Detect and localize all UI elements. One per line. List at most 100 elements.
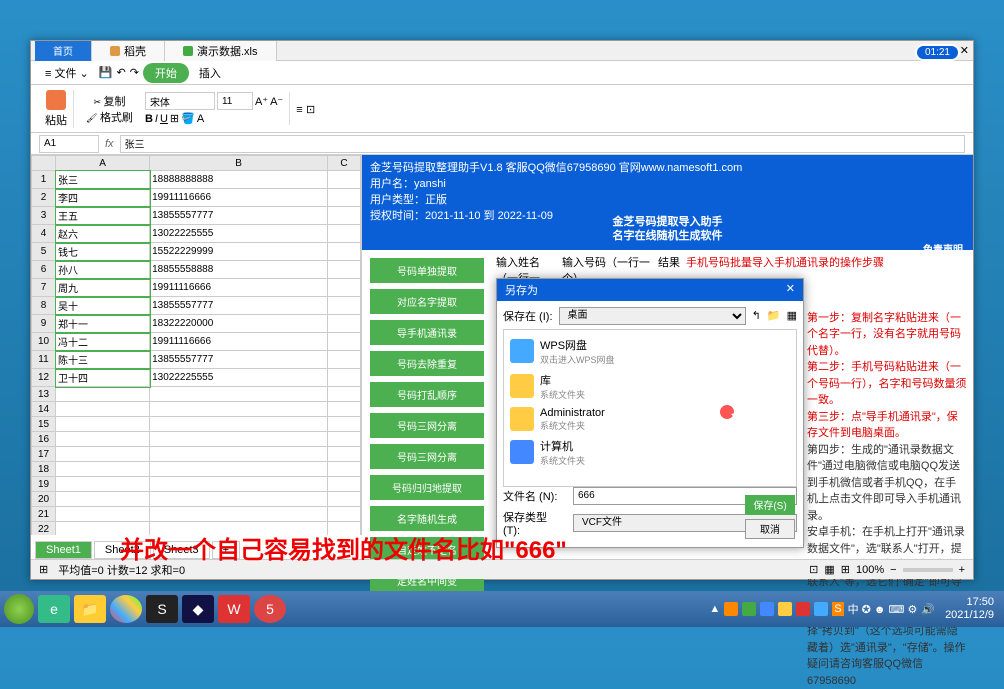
cell[interactable] (328, 315, 361, 333)
align-icon[interactable]: ≡ (296, 104, 302, 116)
new-folder-icon[interactable]: 📁 (767, 309, 781, 322)
cell[interactable] (328, 432, 361, 447)
cell[interactable]: 13855557777 (150, 297, 328, 315)
cell[interactable] (328, 207, 361, 225)
cell[interactable] (150, 507, 328, 522)
row-header[interactable]: 19 (32, 477, 56, 492)
cell[interactable]: 钱七 (56, 243, 150, 261)
copy-button[interactable]: ✂ 复制 (93, 93, 125, 109)
cancel-button[interactable]: 取消 (745, 519, 795, 539)
cell[interactable]: 13855557777 (150, 207, 328, 225)
italic-icon[interactable]: I (155, 113, 158, 125)
explorer-icon[interactable]: 📁 (74, 595, 106, 623)
browser-icon[interactable] (110, 595, 142, 623)
cell[interactable] (328, 492, 361, 507)
cell[interactable]: 19911116666 (150, 333, 328, 351)
row-header[interactable]: 5 (32, 243, 56, 261)
cell[interactable]: 15522229999 (150, 243, 328, 261)
cell[interactable] (328, 171, 361, 189)
cell[interactable] (150, 402, 328, 417)
cell[interactable]: 18888888888 (150, 171, 328, 189)
view-page-icon[interactable]: ▦ (824, 563, 834, 576)
wps-icon[interactable]: W (218, 595, 250, 623)
action-button[interactable]: 导手机通讯录 (370, 320, 484, 345)
cell[interactable] (328, 261, 361, 279)
sogou-icon[interactable]: S (146, 595, 178, 623)
view-normal-icon[interactable]: ⊡ (809, 563, 818, 576)
row-header[interactable]: 12 (32, 369, 56, 387)
decrease-font-icon[interactable]: A⁻ (270, 95, 283, 108)
row-header[interactable]: 22 (32, 522, 56, 536)
tray-icon-4[interactable] (778, 602, 792, 616)
cell[interactable] (56, 477, 150, 492)
clock[interactable]: 17:502021/12/9 (939, 596, 1000, 622)
cell[interactable] (56, 387, 150, 402)
cell[interactable]: 13022225555 (150, 369, 328, 387)
cell[interactable] (150, 447, 328, 462)
app-icon[interactable]: 5 (254, 595, 286, 623)
menu-start[interactable]: 开始 (143, 63, 189, 83)
cell[interactable]: 郑十一 (56, 315, 150, 333)
cell[interactable]: 吴十 (56, 297, 150, 315)
row-header[interactable]: 15 (32, 417, 56, 432)
cell[interactable]: 19911116666 (150, 189, 328, 207)
merge-icon[interactable]: ⊡ (306, 104, 315, 116)
action-button[interactable]: 号码归归地提取 (370, 475, 484, 500)
location-item[interactable]: WPS网盘双击进入WPS网盘 (508, 334, 792, 369)
row-header[interactable]: 2 (32, 189, 56, 207)
paste-icon[interactable] (46, 90, 66, 110)
cell[interactable] (150, 477, 328, 492)
cell[interactable] (328, 507, 361, 522)
zoom-in-icon[interactable]: + (959, 564, 965, 576)
cell[interactable] (150, 417, 328, 432)
fx-icon[interactable]: fx (99, 138, 120, 150)
row-header[interactable]: 3 (32, 207, 56, 225)
volume-icon[interactable]: 🔊 (921, 603, 935, 616)
underline-icon[interactable]: U (160, 113, 168, 125)
ie-icon[interactable]: e (38, 595, 70, 623)
ime-lang[interactable]: 中 ✪ ☻ ⌨ ⚙ (848, 601, 918, 617)
view-icon[interactable]: ▦ (787, 309, 797, 322)
ime-icon[interactable]: S (832, 602, 843, 616)
tray-icon-6[interactable] (814, 602, 828, 616)
cell[interactable]: 18322220000 (150, 315, 328, 333)
cell[interactable] (328, 369, 361, 387)
tray-icon-1[interactable] (724, 602, 738, 616)
row-header[interactable]: 18 (32, 462, 56, 477)
corner-cell[interactable] (32, 156, 56, 171)
cell[interactable] (328, 333, 361, 351)
nox-icon[interactable]: ◆ (182, 595, 214, 623)
cell[interactable] (328, 351, 361, 369)
row-header[interactable]: 10 (32, 333, 56, 351)
border-icon[interactable]: ⊞ (170, 112, 179, 125)
undo-icon[interactable]: ↶ (116, 66, 125, 79)
col-a[interactable]: A (56, 156, 150, 171)
cell[interactable] (56, 507, 150, 522)
action-button[interactable]: 对应名字提取 (370, 289, 484, 314)
col-b[interactable]: B (150, 156, 328, 171)
action-button[interactable]: 号码单独提取 (370, 258, 484, 283)
cell[interactable]: 王五 (56, 207, 150, 225)
bold-icon[interactable]: B (145, 113, 153, 125)
size-select[interactable] (217, 92, 253, 110)
cell[interactable] (56, 402, 150, 417)
cell[interactable] (56, 432, 150, 447)
cell[interactable]: 陈十三 (56, 351, 150, 369)
cell[interactable]: 13855557777 (150, 351, 328, 369)
save-button[interactable]: 保存(S) (745, 495, 795, 515)
cell[interactable] (328, 402, 361, 417)
dialog-close-icon[interactable]: ✕ (786, 282, 795, 298)
cell[interactable]: 孙八 (56, 261, 150, 279)
increase-font-icon[interactable]: A⁺ (255, 95, 268, 108)
row-header[interactable]: 6 (32, 261, 56, 279)
zoom-slider[interactable] (903, 568, 953, 572)
row-header[interactable]: 9 (32, 315, 56, 333)
cell[interactable]: 张三 (56, 171, 150, 189)
tray-icon-5[interactable] (796, 602, 810, 616)
menu-file[interactable]: ≡ 文件 ⌄ (39, 63, 95, 83)
fill-icon[interactable]: 🪣 (181, 112, 195, 125)
location-item[interactable]: 计算机系统文件夹 (508, 435, 792, 470)
location-select[interactable]: 桌面 (559, 307, 746, 325)
cell[interactable] (328, 225, 361, 243)
row-header[interactable]: 13 (32, 387, 56, 402)
